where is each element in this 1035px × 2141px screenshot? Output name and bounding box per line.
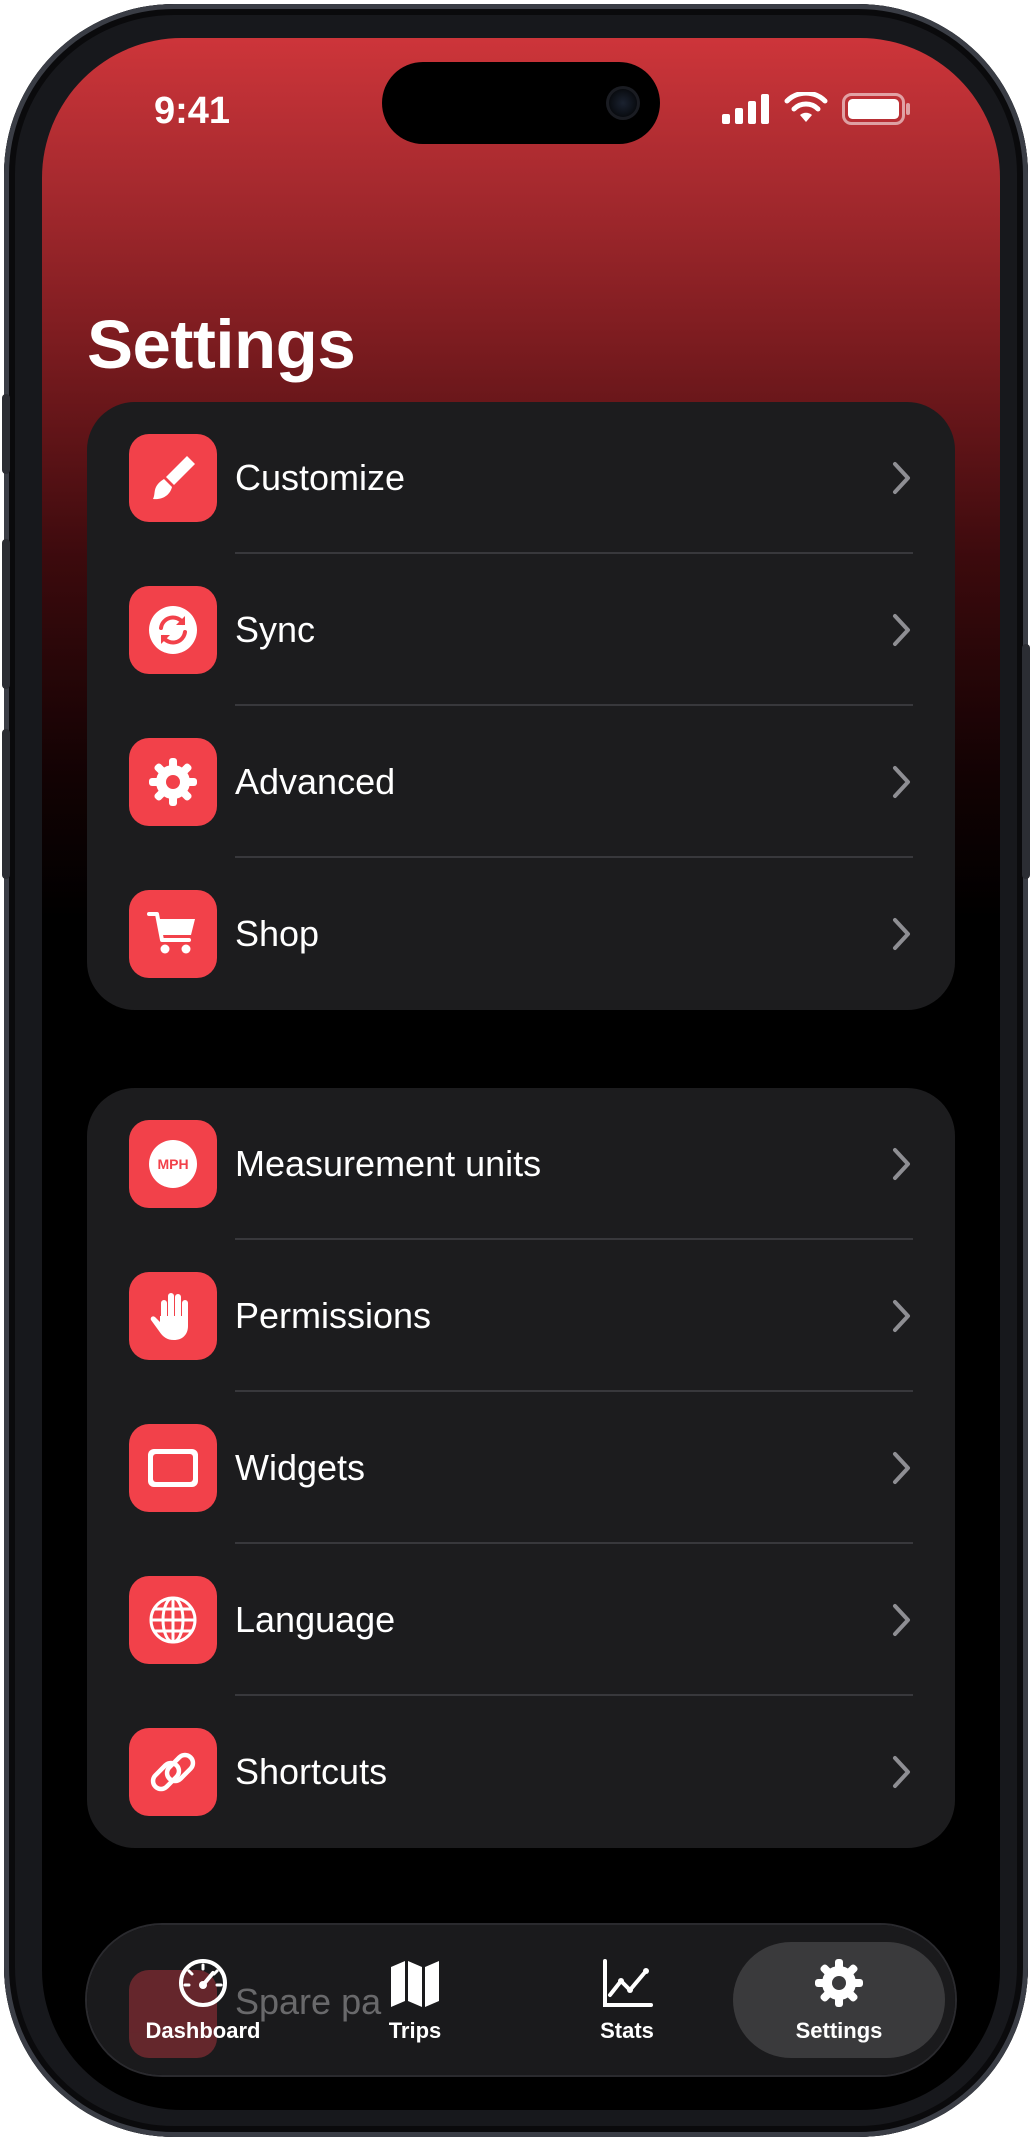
map-icon <box>391 1961 439 2007</box>
volume-down-button <box>2 729 10 879</box>
screen: 9:41 Settings Customize Sync Advanced Sh… <box>42 38 1000 2110</box>
status-time: 9:41 <box>153 90 231 132</box>
gear-icon <box>129 738 217 826</box>
tab-stats[interactable]: Stats <box>521 1942 733 2058</box>
chevron-right-icon <box>893 766 910 798</box>
settings-row-label: Widgets <box>235 1447 366 1488</box>
settings-row-label: Customize <box>235 457 406 498</box>
chevron-right-icon <box>893 1300 910 1332</box>
chevron-right-icon <box>893 1604 910 1636</box>
settings-row-label: Sync <box>235 609 316 650</box>
mph-icon-text: MPH <box>157 1156 188 1172</box>
settings-row-sync[interactable]: Sync <box>87 554 955 706</box>
battery-icon <box>842 93 910 125</box>
mph-icon: MPH <box>129 1120 217 1208</box>
action-button <box>2 394 10 474</box>
wifi-icon <box>784 92 828 122</box>
settings-group-general: Customize Sync Advanced Shop <box>87 402 955 1010</box>
power-button <box>1022 644 1030 879</box>
camera-icon <box>606 86 640 120</box>
tab-label: Trips <box>388 2018 442 2043</box>
tab-label: Settings <box>795 2018 883 2043</box>
chevron-right-icon <box>893 614 910 646</box>
settings-row-language[interactable]: Language <box>87 1544 955 1696</box>
settings-row-advanced[interactable]: Advanced <box>87 706 955 858</box>
tab-bar: Spare pa Dashboard Trips Stats Settings <box>87 1925 955 2075</box>
tab-trips[interactable]: Trips <box>309 1942 521 2058</box>
settings-row-label: Measurement units <box>235 1143 542 1184</box>
cellular-signal-icon <box>722 94 769 124</box>
tab-bar-items: Dashboard Trips Stats Settings <box>87 1925 955 2075</box>
tab-label: Stats <box>600 2018 654 2043</box>
chevron-right-icon <box>893 1452 910 1484</box>
chevron-right-icon <box>893 918 910 950</box>
settings-row-measurement-units[interactable]: MPH Measurement units <box>87 1088 955 1240</box>
tab-settings[interactable]: Settings <box>733 1942 945 2058</box>
tab-dashboard[interactable]: Dashboard <box>97 1942 309 2058</box>
settings-row-shortcuts[interactable]: Shortcuts <box>87 1696 955 1848</box>
chart-icon <box>603 1959 653 2007</box>
settings-row-label: Language <box>235 1599 396 1640</box>
settings-row-label: Permissions <box>235 1295 432 1336</box>
dynamic-island <box>382 62 660 144</box>
sync-icon <box>129 586 217 674</box>
settings-row-label: Shortcuts <box>235 1751 388 1792</box>
hand-icon <box>129 1272 217 1360</box>
settings-row-shop[interactable]: Shop <box>87 858 955 1010</box>
speedometer-icon <box>179 1959 227 2007</box>
status-bar: 9:41 <box>42 38 1000 178</box>
link-icon <box>129 1728 217 1816</box>
gear-icon <box>815 1959 863 2007</box>
settings-row-widgets[interactable]: Widgets <box>87 1392 955 1544</box>
settings-row-permissions[interactable]: Permissions <box>87 1240 955 1392</box>
globe-icon <box>129 1576 217 1664</box>
settings-row-customize[interactable]: Customize <box>87 402 955 554</box>
tab-label: Dashboard <box>145 2018 261 2043</box>
cart-icon <box>129 890 217 978</box>
phone-frame: 9:41 Settings Customize Sync Advanced Sh… <box>2 4 1030 2137</box>
widget-icon <box>129 1424 217 1512</box>
chevron-right-icon <box>893 462 910 494</box>
volume-up-button <box>2 539 10 689</box>
settings-row-label: Shop <box>235 913 320 954</box>
status-icons <box>722 92 952 132</box>
settings-row-label: Advanced <box>235 761 396 802</box>
page-title: Settings <box>87 306 356 383</box>
paintbrush-icon <box>129 434 217 522</box>
chevron-right-icon <box>893 1148 910 1180</box>
settings-group-preferences: MPH Measurement units Permissions Widget… <box>87 1088 955 1848</box>
chevron-right-icon <box>893 1756 910 1788</box>
